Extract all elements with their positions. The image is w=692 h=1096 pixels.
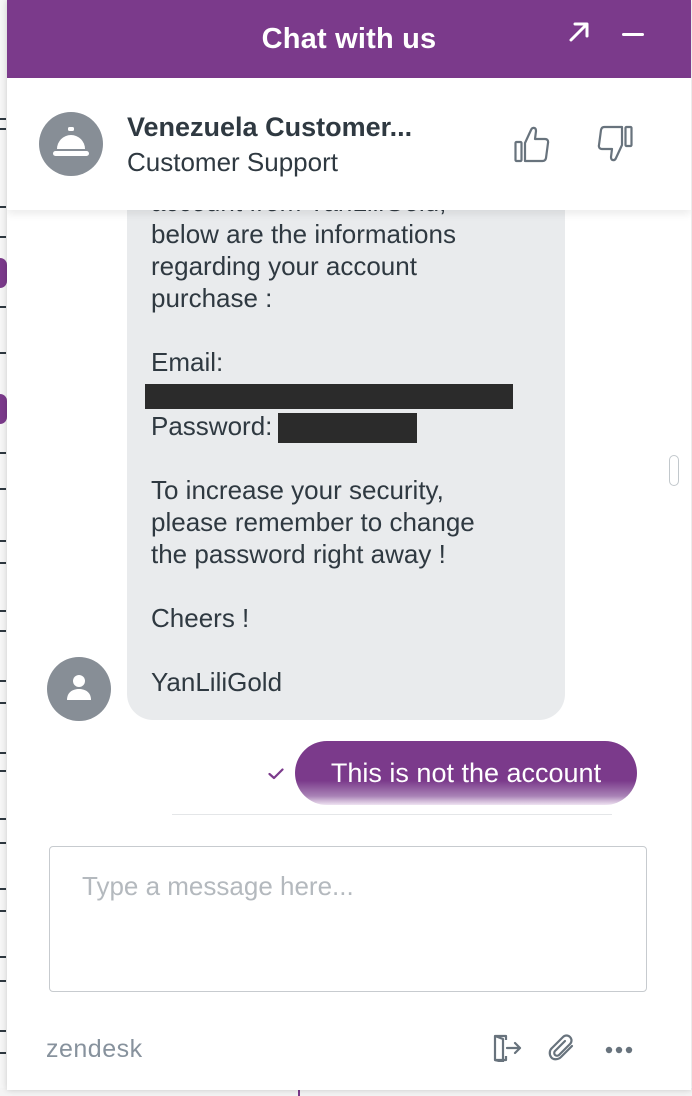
zendesk-logo[interactable]: zendesk [46, 1035, 143, 1064]
message-line: purchase : [151, 283, 273, 313]
message-line: the password right away ! [151, 539, 446, 569]
message-line: account from YanLiliGold, [151, 210, 551, 218]
rate-negative-button[interactable] [591, 122, 639, 170]
chat-title: Chat with us [261, 22, 437, 55]
arrow-up-right-icon [567, 20, 591, 49]
service-bell-icon [52, 126, 90, 162]
message-list[interactable]: account from YanLiliGold, below are the … [7, 210, 691, 820]
rate-positive-button[interactable] [508, 122, 556, 170]
message-line: To increase your security, [151, 475, 444, 505]
message-line: Email: [151, 347, 224, 377]
message-line [151, 442, 551, 474]
attach-file-button[interactable] [542, 1030, 582, 1070]
message-line: Cheers ! [151, 603, 250, 633]
thumbs-down-icon [597, 125, 633, 168]
minimize-button[interactable] [613, 16, 653, 52]
agent-name: Venezuela Customer... [127, 112, 413, 142]
more-options-button[interactable] [599, 1030, 639, 1070]
checkmark-icon [268, 767, 284, 785]
message-line: Password: [151, 410, 551, 444]
message-line [145, 378, 551, 410]
thumbs-up-icon [514, 125, 550, 168]
message-line: regarding your account [151, 251, 417, 281]
agent-message-bubble: account from YanLiliGold, below are the … [127, 210, 565, 720]
agent-role: Customer Support [127, 147, 338, 177]
message-composer [49, 846, 647, 992]
message-line [151, 570, 551, 602]
redacted-email-block [145, 383, 513, 409]
popout-button[interactable] [559, 16, 599, 52]
user-icon [65, 673, 93, 706]
message-line: below are the informations [151, 219, 456, 249]
agent-avatar [39, 112, 103, 176]
chat-header: Chat with us [7, 0, 691, 78]
message-divider [172, 814, 612, 815]
message-line: YanLiliGold [151, 667, 283, 697]
message-line [151, 634, 551, 666]
paperclip-icon [548, 1033, 576, 1067]
end-chat-button[interactable] [487, 1030, 527, 1070]
agent-info-bar: Venezuela Customer... Customer Support [7, 78, 691, 210]
chat-widget: Chat with us Venezuela Customer... Custo… [7, 0, 691, 1090]
visitor-message-row: This is not the account [7, 741, 691, 805]
visitor-message-bubble: This is not the account [295, 741, 637, 805]
minus-icon [621, 25, 645, 43]
message-line: please remember to change [151, 507, 475, 537]
agent-message-avatar [47, 657, 111, 721]
redacted-password-block [278, 413, 418, 444]
message-input[interactable] [50, 847, 646, 991]
agent-message-text: account from YanLiliGold, below are the … [145, 210, 551, 698]
ellipsis-icon [605, 1041, 633, 1059]
chat-footer: zendesk [7, 1018, 691, 1084]
message-scrollbar[interactable] [669, 455, 679, 486]
message-line [151, 314, 551, 346]
end-chat-icon [492, 1034, 522, 1067]
password-label: Password: [151, 411, 273, 441]
